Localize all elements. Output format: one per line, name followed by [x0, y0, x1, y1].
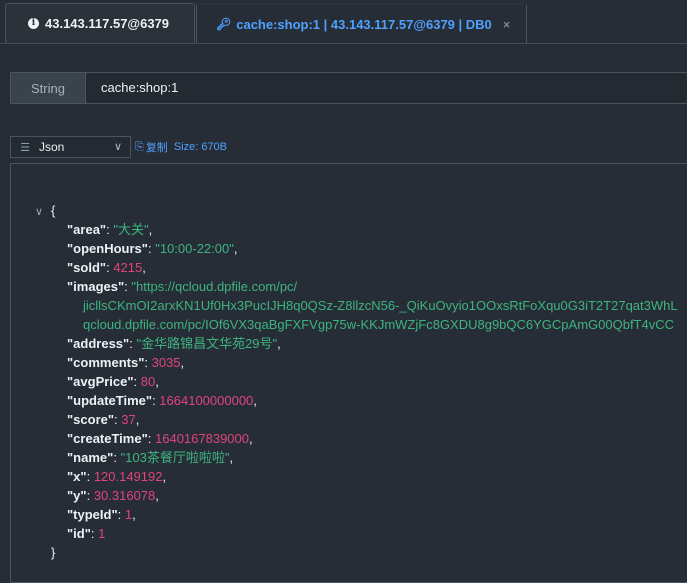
copy-button[interactable]: ⎘ 复制	[135, 139, 168, 155]
json-number-value: 4215	[113, 260, 143, 275]
tab-connection-label: 43.143.117.57@6379	[45, 16, 170, 31]
json-key: images	[73, 279, 118, 294]
json-string-value: 金华路锦昌文华苑29号	[141, 336, 273, 351]
key-icon: 🔑︎	[216, 17, 232, 31]
json-key: openHours	[73, 241, 142, 256]
json-key: comments	[73, 355, 139, 370]
json-number-value: 120.149192	[93, 469, 163, 484]
json-line-createTime: "createTime": 1640167839000,	[67, 431, 253, 446]
json-string-value: 10:00-22:00	[159, 241, 230, 256]
json-close-brace: }	[51, 545, 56, 560]
json-key: typeId	[73, 507, 112, 522]
json-lines: "area": "大关", "openHours": "10:00-22:00",…	[35, 220, 678, 543]
json-line-comments: "comments": 3035,	[67, 355, 185, 370]
format-select[interactable]: ☰ Json ∨	[10, 136, 131, 158]
json-string-value: 103茶餐厅啦啦啦	[125, 450, 225, 465]
json-key: address	[73, 336, 124, 351]
format-select-value: Json	[39, 140, 65, 154]
json-open-line: ∨{	[35, 201, 678, 220]
json-close-line: }	[35, 543, 678, 562]
json-key: score	[73, 412, 108, 427]
json-line-x: "x": 120.149192,	[67, 469, 167, 484]
copy-icon: ⎘	[135, 140, 144, 153]
json-line-images: "images": "https://qcloud.dpfile.com/pc/	[67, 279, 298, 294]
json-line-name: "name": "103茶餐厅啦啦啦",	[67, 450, 234, 465]
tab-connection[interactable]: i 43.143.117.57@6379	[5, 3, 195, 43]
json-key: createTime	[73, 431, 142, 446]
json-number-value: 1664100000000	[159, 393, 254, 408]
tab-bar: i 43.143.117.57@6379 🔑︎ cache:shop:1 | 4…	[0, 0, 687, 44]
json-line-openHours: "openHours": "10:00-22:00",	[67, 241, 238, 256]
json-number-value: 1	[98, 526, 106, 541]
json-line-updateTime: "updateTime": 1664100000000,	[67, 393, 257, 408]
json-string-value: https://qcloud.dpfile.com/pc/	[136, 279, 298, 294]
json-number-value: 3035	[151, 355, 181, 370]
json-continuation-line: qcloud.dpfile.com/pc/IOf6VX3qaBgFXFVgp75…	[35, 315, 678, 334]
json-number-value: 1640167839000	[155, 431, 249, 446]
json-line-id: "id": 1	[67, 526, 106, 541]
json-key: id	[73, 526, 85, 541]
json-line-area: "area": "大关",	[67, 222, 153, 237]
json-line-score: "score": 37,	[67, 412, 140, 427]
json-continuation-line: jicllsCKmOI2arxKN1Uf0Hx3PucIJH8q0QSz-Z8l…	[35, 296, 678, 315]
key-row: String cache:shop:1	[10, 72, 687, 104]
key-name-field[interactable]: cache:shop:1	[101, 73, 178, 103]
json-key: updateTime	[73, 393, 146, 408]
json-line-typeId: "typeId": 1,	[67, 507, 136, 522]
key-type-badge: String	[11, 73, 86, 103]
chevron-down-icon: ∨	[113, 141, 122, 153]
tree-icon: ☰	[20, 141, 30, 154]
json-code: ∨{ "area": "大关", "openHours": "10:00-22:0…	[35, 201, 678, 562]
json-viewer[interactable]: ∨{ "area": "大关", "openHours": "10:00-22:0…	[10, 163, 687, 583]
json-open-brace: {	[51, 203, 56, 218]
close-tab-icon[interactable]: ×	[503, 17, 511, 32]
size-label: Size: 670B	[173, 141, 228, 153]
json-string-value: 大关	[117, 222, 144, 237]
json-number-value: 37	[121, 412, 136, 427]
json-key: name	[73, 450, 108, 465]
copy-label: 复制	[145, 142, 168, 154]
json-key: avgPrice	[73, 374, 128, 389]
json-number-value: 30.316078	[93, 488, 156, 503]
json-line-address: "address": "金华路锦昌文华苑29号",	[67, 336, 281, 351]
json-number-value: 80	[140, 374, 156, 389]
json-string-value: jicllsCKmOI2arxKN1Uf0Hx3PucIJH8q0QSz-Z8l…	[83, 298, 678, 313]
json-string-value: qcloud.dpfile.com/pc/IOf6VX3qaBgFXFVgp75…	[83, 317, 675, 332]
tab-key-cache-shop[interactable]: 🔑︎ cache:shop:1 | 43.143.117.57@6379 | D…	[196, 3, 527, 43]
json-line-sold: "sold": 4215,	[67, 260, 146, 275]
json-key: sold	[73, 260, 100, 275]
tab-key-label: cache:shop:1 | 43.143.117.57@6379 | DB0	[236, 16, 492, 32]
value-toolbar: ☰ Json ∨ ⎘ 复制 Size: 670B	[10, 136, 227, 158]
json-line-avgPrice: "avgPrice": 80,	[67, 374, 159, 389]
json-line-y: "y": 30.316078,	[67, 488, 159, 503]
json-key: area	[73, 222, 100, 237]
info-icon: i	[28, 18, 39, 29]
